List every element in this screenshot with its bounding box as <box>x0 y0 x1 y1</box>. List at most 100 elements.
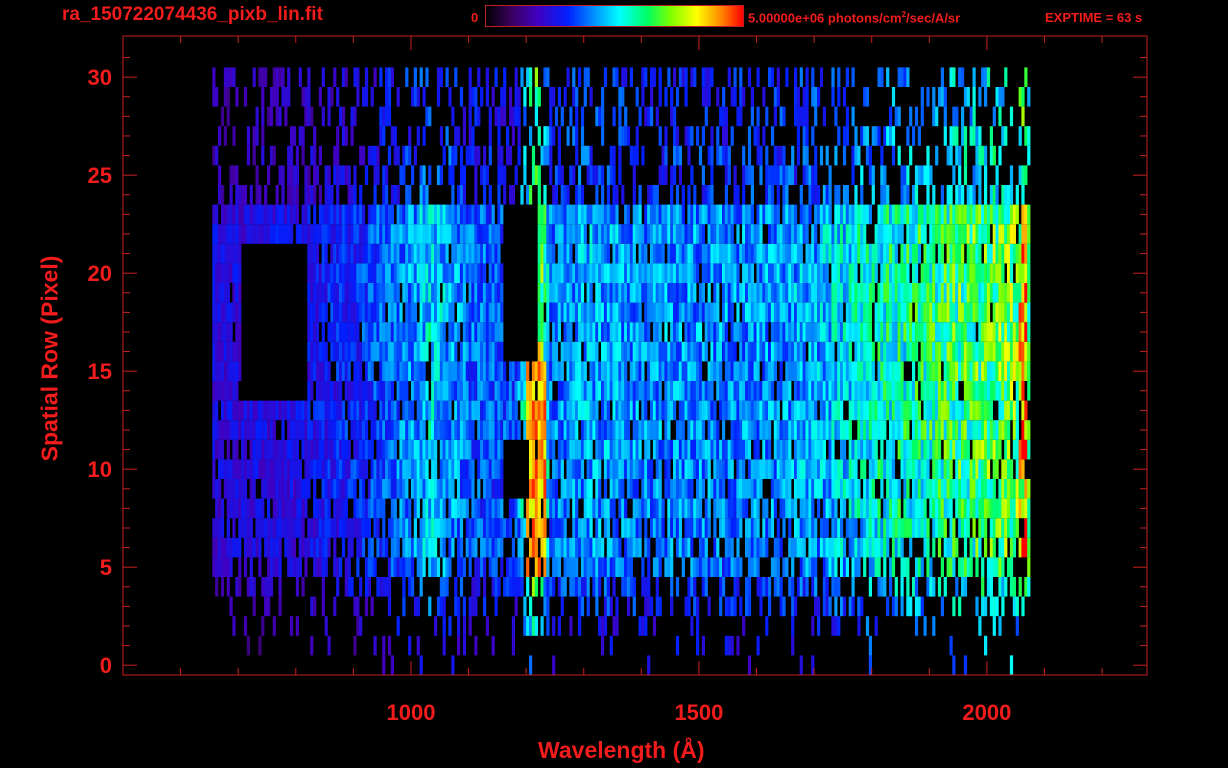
heatmap-cell <box>776 204 780 225</box>
heatmap-cell <box>900 439 904 460</box>
heatmap-cell <box>759 204 763 225</box>
heatmap-cell <box>572 341 576 362</box>
heatmap-cell <box>434 498 438 519</box>
heatmap-cell <box>246 459 250 479</box>
heatmap-cell <box>621 185 625 205</box>
heatmap-cell <box>572 263 576 283</box>
heatmap-cell <box>851 479 855 499</box>
heatmap-cell <box>563 341 567 362</box>
heatmap-cell <box>733 596 737 617</box>
heatmap-cell <box>523 400 527 421</box>
heatmap-cell <box>1001 204 1005 225</box>
heatmap-cell <box>975 400 979 421</box>
heatmap-cell <box>387 479 392 499</box>
heatmap-cell <box>831 400 835 421</box>
heatmap-cell <box>350 185 354 205</box>
heatmap-cell <box>261 400 265 421</box>
heatmap-cell <box>903 439 907 460</box>
heatmap-cell <box>935 283 939 303</box>
heatmap-cell <box>984 518 988 538</box>
heatmap-cell <box>768 263 772 283</box>
heatmap-cell <box>644 479 648 499</box>
heatmap-cell <box>940 557 944 577</box>
heatmap-cell <box>995 518 999 538</box>
heatmap-cell <box>687 283 691 303</box>
heatmap-cell <box>238 420 242 440</box>
heatmap-cell <box>258 537 262 558</box>
heatmap-cell <box>480 557 484 577</box>
heatmap-cell <box>989 557 993 577</box>
heatmap-cell <box>267 518 271 538</box>
heatmap-cell <box>966 420 970 440</box>
heatmap-cell <box>586 204 590 225</box>
heatmap-cell <box>589 243 593 264</box>
heatmap-cell <box>949 322 953 342</box>
heatmap-cell <box>865 322 870 342</box>
heatmap-cell <box>494 537 498 558</box>
heatmap-cell <box>736 557 740 577</box>
heatmap-cell <box>782 518 786 538</box>
heatmap-cell <box>883 361 887 381</box>
heatmap-cell <box>914 498 919 519</box>
heatmap-cell <box>1018 381 1022 401</box>
heatmap-cell <box>292 518 297 538</box>
heatmap-cell <box>701 577 705 597</box>
heatmap-cell <box>1027 263 1031 283</box>
heatmap-cell <box>281 204 285 225</box>
heatmap-cell <box>678 439 682 460</box>
heatmap-cell <box>390 224 394 244</box>
heatmap-cell <box>370 263 374 283</box>
heatmap-cell <box>998 577 1002 597</box>
heatmap-cell <box>379 283 383 303</box>
heatmap-cell <box>483 420 487 440</box>
heatmap-cell <box>952 204 956 225</box>
heatmap-cell <box>903 420 907 440</box>
heatmap-cell <box>448 459 452 479</box>
heatmap-cell <box>641 341 645 362</box>
heatmap-cell <box>917 361 921 381</box>
heatmap-cell <box>483 557 487 577</box>
heatmap-cell <box>284 479 288 499</box>
heatmap-cell <box>327 537 331 558</box>
heatmap-cell <box>226 381 230 401</box>
heatmap-cell <box>226 557 230 577</box>
heatmap-cell <box>739 204 743 225</box>
heatmap-cell <box>390 400 394 421</box>
heatmap-cell <box>894 302 898 323</box>
heatmap-cell <box>644 537 648 558</box>
heatmap-cell <box>462 283 466 303</box>
heatmap-cell <box>578 283 582 303</box>
heatmap-cell <box>508 498 513 519</box>
heatmap-cell <box>609 263 613 283</box>
heatmap-cell <box>998 420 1002 440</box>
heatmap-cell <box>367 381 371 401</box>
heatmap-cell <box>336 185 340 205</box>
heatmap-cell <box>975 557 979 577</box>
heatmap-cell <box>367 557 371 577</box>
heatmap-cell <box>315 420 320 440</box>
heatmap-cell <box>485 537 489 558</box>
heatmap-cell <box>1001 361 1005 381</box>
heatmap-cell <box>935 361 939 381</box>
heatmap-cell <box>543 596 547 617</box>
heatmap-cell <box>868 420 872 440</box>
heatmap-cell <box>854 361 858 381</box>
heatmap-cell <box>891 439 896 460</box>
heatmap-cell <box>788 224 792 244</box>
heatmap-cell <box>526 557 530 577</box>
heatmap-cell <box>419 341 423 362</box>
heatmap-cell <box>241 400 245 421</box>
heatmap-cell <box>324 557 328 577</box>
heatmap-cell <box>857 557 861 577</box>
heatmap-cell <box>667 204 671 225</box>
heatmap-cell <box>727 243 731 264</box>
heatmap-cell <box>350 537 354 558</box>
heatmap-cell <box>955 459 959 479</box>
heatmap-cell <box>376 420 380 440</box>
heatmap-cell <box>747 459 752 479</box>
heatmap-cell <box>367 400 371 421</box>
heatmap-cell <box>969 263 973 283</box>
heatmap-cell <box>989 204 993 225</box>
heatmap-cell <box>963 224 968 244</box>
heatmap-cell <box>615 616 619 636</box>
